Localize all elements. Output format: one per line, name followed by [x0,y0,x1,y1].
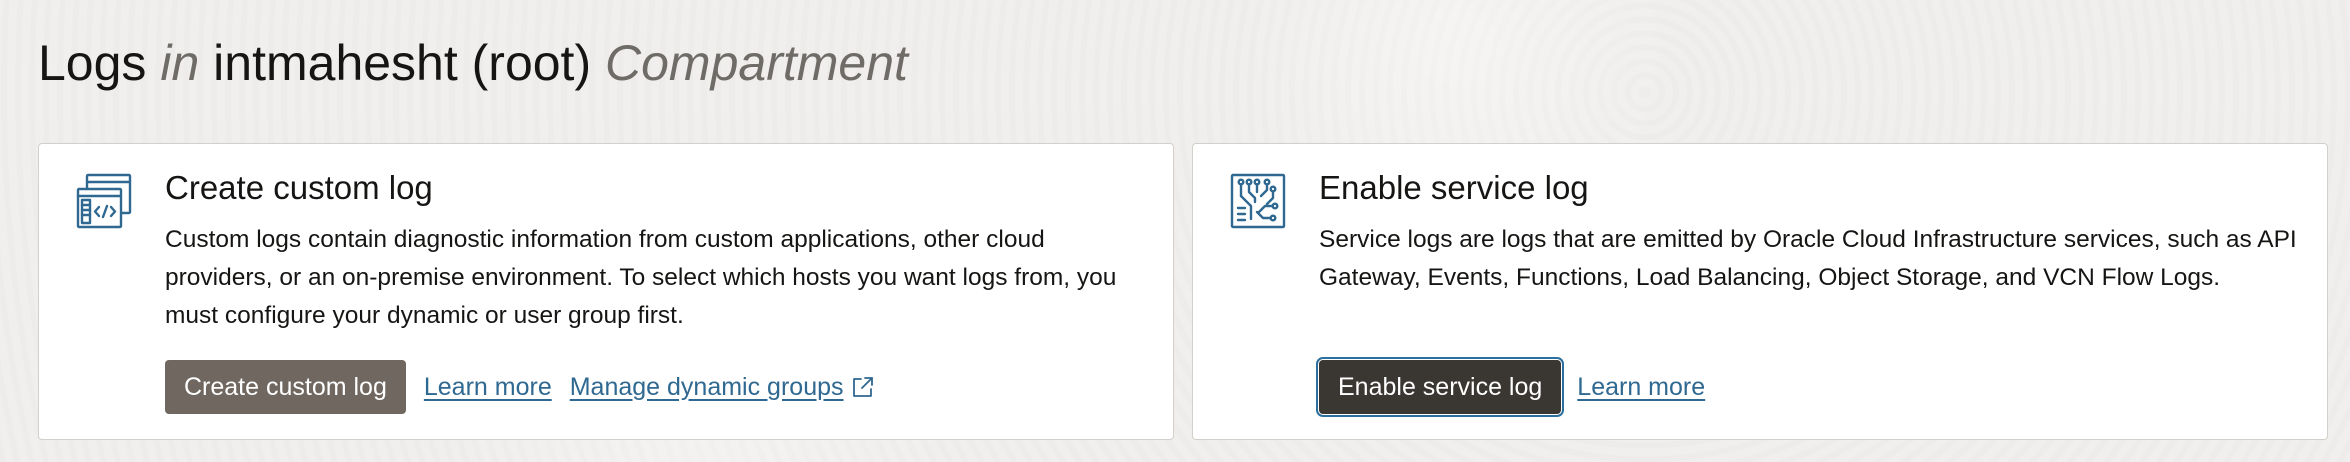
circuit-board-icon [1229,172,1287,230]
manage-dynamic-groups-link[interactable]: Manage dynamic groups [570,373,844,402]
page-title-compartment-name: intmahesht (root) [213,35,592,91]
external-link-icon[interactable] [852,376,874,398]
page-title-compartment-label: Compartment [605,35,908,91]
page-title: Logs in intmahesht (root) Compartment [38,30,908,96]
create-custom-log-button[interactable]: Create custom log [165,360,406,414]
page-title-logs: Logs [38,35,147,91]
card-description: Service logs are logs that are emitted b… [1319,226,2297,291]
card-description: Custom logs contain diagnostic informati… [165,226,1117,329]
learn-more-link[interactable]: Learn more [424,373,552,402]
card-actions: Enable service log Learn more [1315,357,1705,417]
code-window-icon [75,172,133,230]
card-actions: Create custom log Learn more Manage dyna… [165,360,874,414]
enable-service-log-button[interactable]: Enable service log [1315,357,1565,417]
create-custom-log-card: Create custom log Custom logs contain di… [38,143,1174,440]
page-title-in: in [160,35,200,91]
learn-more-link[interactable]: Learn more [1577,373,1705,402]
manage-dynamic-groups-label: Manage dynamic groups [569,372,844,401]
enable-service-log-card: Enable service log Service logs are logs… [1192,143,2328,440]
card-title: Enable service log [1319,169,1589,206]
card-title: Create custom log [165,169,433,206]
